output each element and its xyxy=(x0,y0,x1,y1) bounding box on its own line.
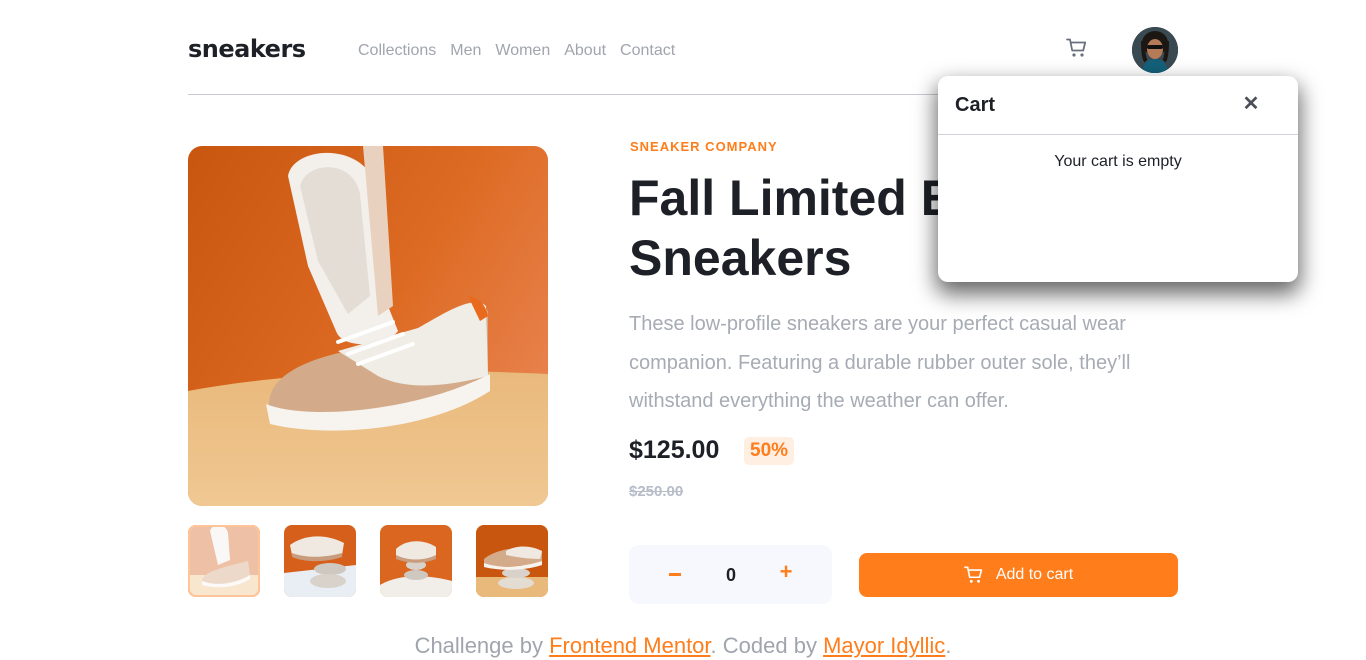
current-price: $125.00 xyxy=(629,436,720,464)
footer-text-1: Challenge by xyxy=(414,633,550,658)
product-main-image[interactable] xyxy=(188,146,548,506)
nav-collections[interactable]: Collections xyxy=(358,42,436,60)
cart-empty-message: Your cart is empty xyxy=(1054,153,1182,170)
add-to-cart-label: Add to cart xyxy=(995,566,1074,583)
nav-men[interactable]: Men xyxy=(450,42,481,60)
thumbnail-list xyxy=(188,525,548,597)
cart-icon xyxy=(964,566,983,583)
add-to-cart-button[interactable]: Add to cart xyxy=(859,553,1178,597)
logo[interactable]: sneakers xyxy=(188,35,306,63)
company-label: SNEAKER COMPANY xyxy=(630,139,778,154)
nav-contact[interactable]: Contact xyxy=(620,42,675,60)
plus-icon[interactable]: + xyxy=(777,561,795,583)
thumbnail-2[interactable] xyxy=(284,525,356,597)
frontend-mentor-link[interactable]: Frontend Mentor xyxy=(549,633,710,658)
cart-header: Cart ✕ xyxy=(938,76,1298,135)
close-icon[interactable]: ✕ xyxy=(1241,94,1261,114)
attribution-footer: Challenge by Frontend Mentor. Coded by M… xyxy=(0,633,1366,659)
quantity-value: 0 xyxy=(725,565,736,585)
thumbnail-1[interactable] xyxy=(188,525,260,597)
nav-about[interactable]: About xyxy=(564,42,606,60)
avatar[interactable] xyxy=(1132,27,1178,73)
minus-icon[interactable] xyxy=(667,562,683,586)
thumbnail-4[interactable] xyxy=(476,525,548,597)
author-link[interactable]: Mayor Idyllic xyxy=(823,633,945,658)
product-description: These low-profile sneakers are your perf… xyxy=(629,313,1131,412)
nav-women[interactable]: Women xyxy=(495,42,550,60)
footer-text-3: . xyxy=(945,633,952,658)
original-price: $250.00 xyxy=(629,483,684,500)
quantity-stepper: 0 + xyxy=(629,545,832,604)
main-nav: Collections Men Women About Contact xyxy=(358,42,675,60)
cart-title: Cart xyxy=(955,94,996,116)
cart-icon[interactable] xyxy=(1066,38,1090,62)
cart-dropdown: Cart ✕ Your cart is empty xyxy=(938,76,1298,282)
discount-badge: 50% xyxy=(744,437,795,465)
footer-text-2: . Coded by xyxy=(710,633,824,658)
thumbnail-3[interactable] xyxy=(380,525,452,597)
